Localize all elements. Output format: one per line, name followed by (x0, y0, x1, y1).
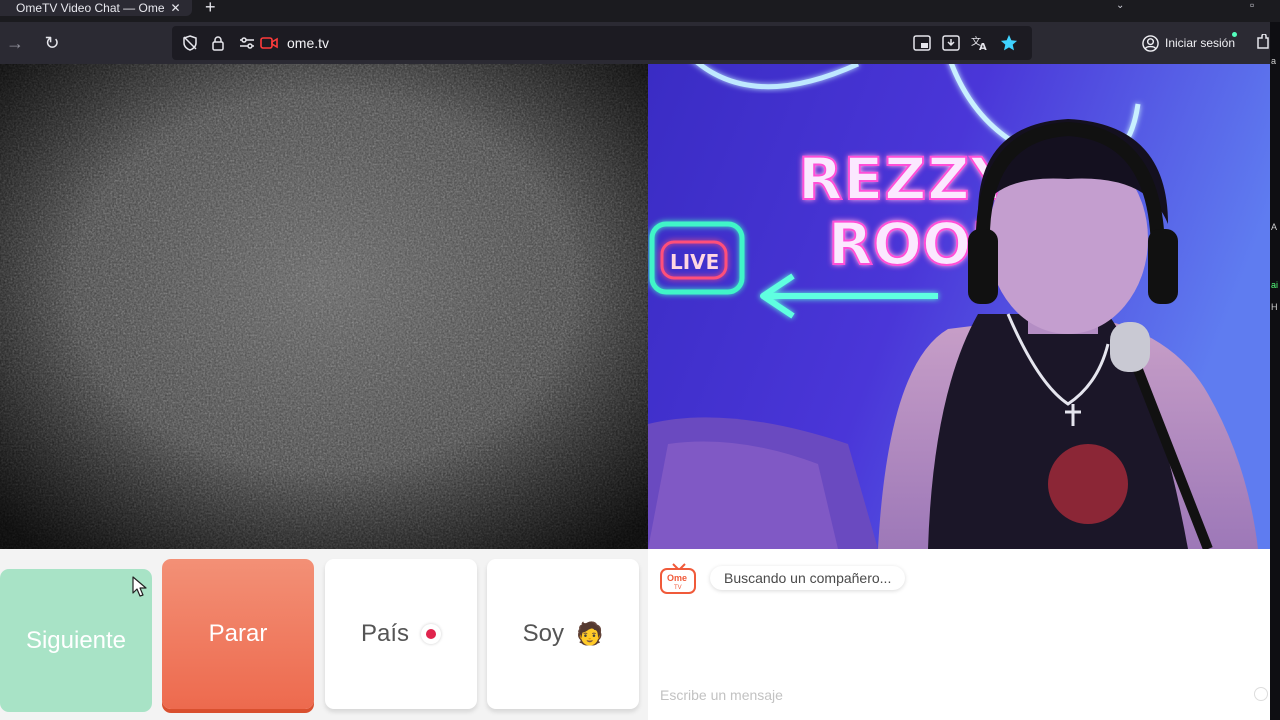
url-text[interactable]: ome.tv (287, 35, 329, 51)
tab-strip: OmeTV Video Chat — Ome ✕ + ⌄ ▫ (0, 0, 1280, 22)
side-panel-edge: a A ai H (1270, 22, 1280, 720)
edge-glyph: H (1271, 302, 1278, 312)
logo-subtext: TV (674, 585, 682, 591)
extensions-icon[interactable] (1256, 33, 1270, 55)
stop-button[interactable]: Parar (162, 559, 314, 709)
lock-icon[interactable] (209, 34, 227, 52)
picture-in-picture-icon[interactable] (913, 34, 931, 52)
webcam-scene: REZZY'S ROOM LIVE (648, 64, 1270, 549)
gender-select-button[interactable]: Soy 🧑 (487, 559, 639, 709)
mouse-cursor-icon (132, 576, 147, 597)
tab-title: OmeTV Video Chat — Ome (16, 1, 165, 15)
country-flag-icon (421, 624, 442, 644)
tab-close-icon[interactable]: ✕ (171, 1, 181, 15)
ometv-logo-icon: Ome TV (660, 563, 696, 594)
permissions-icon[interactable] (238, 34, 256, 52)
forward-button[interactable]: → (3, 31, 27, 55)
browser-tab[interactable]: OmeTV Video Chat — Ome ✕ (0, 0, 192, 16)
new-tab-button[interactable]: + (205, 0, 216, 18)
tracking-protection-icon[interactable] (181, 34, 199, 52)
stop-button-label: Parar (208, 620, 268, 647)
download-page-icon[interactable] (942, 34, 960, 52)
chat-panel: Ome TV Buscando un compañero... (648, 549, 1270, 720)
country-filter-button[interactable]: País (325, 559, 477, 709)
address-bar[interactable]: ome.tv 文A (172, 26, 1032, 60)
reload-button[interactable]: ↻ (40, 31, 64, 55)
country-label: País (360, 620, 410, 647)
self-video: REZZY'S ROOM LIVE (648, 64, 1270, 549)
message-input[interactable] (660, 685, 1220, 705)
chat-controls: Siguiente Parar País Soy 🧑 (0, 549, 648, 720)
list-tabs-icon[interactable]: ⌄ (1116, 0, 1124, 11)
navigation-toolbar: → ↻ ome.tv 文A Iniciar sesión (0, 22, 1280, 64)
edge-glyph: A (1271, 222, 1278, 232)
account-icon (1142, 34, 1159, 52)
window-controls-icon[interactable]: ▫ (1250, 0, 1254, 12)
emoji-icon[interactable] (1254, 687, 1268, 701)
bookmark-star-icon[interactable] (1000, 34, 1018, 52)
camera-in-use-icon[interactable] (260, 34, 278, 52)
sign-in-button[interactable]: Iniciar sesión (1134, 26, 1242, 60)
edge-glyph: a (1271, 56, 1277, 66)
ometv-page: REZZY'S ROOM LIVE Siguiente Parar País S… (0, 64, 1270, 720)
chat-status-message: Buscando un compañero... (710, 566, 906, 590)
video-static-noise (0, 64, 648, 549)
translate-icon[interactable]: 文A (971, 34, 989, 52)
svg-text:A: A (979, 42, 987, 51)
sign-in-label: Iniciar sesión (1165, 36, 1236, 50)
notification-dot (1232, 32, 1237, 37)
next-button-label: Siguiente (25, 626, 127, 654)
next-button[interactable]: Siguiente (0, 569, 152, 712)
partner-video (0, 64, 648, 549)
gender-label: Soy (522, 620, 564, 647)
logo-text: Ome (667, 573, 687, 583)
gender-emoji-icon: 🧑 (575, 621, 604, 646)
neon-live-badge: LIVE (670, 250, 719, 274)
edge-glyph: ai (1271, 280, 1279, 290)
